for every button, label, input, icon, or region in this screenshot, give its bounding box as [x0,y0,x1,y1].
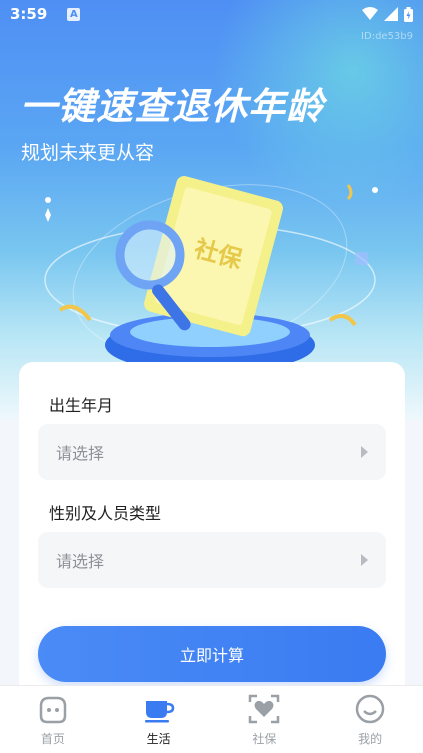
tab-mine-label: 我的 [358,732,383,746]
birth-date-label: 出生年月 [49,396,114,415]
screen-id: ID:de53b9 [361,31,413,42]
tab-life-label: 生活 [146,732,171,746]
status-bar: 3:59 A [0,0,423,28]
calculate-button[interactable]: 立即计算 [38,626,386,682]
tab-social-security[interactable]: 社保 [212,686,318,753]
chevron-right-icon [361,446,368,458]
smile-icon [355,694,385,724]
person-type-select[interactable]: 请选择 [38,532,386,588]
chevron-right-icon [361,554,368,566]
wifi-icon [362,7,378,20]
notification-badge: A [67,7,81,21]
tab-social-security-label: 社保 [252,732,277,746]
person-type-value: 请选择 [56,552,105,571]
tab-home-label: 首页 [40,732,65,746]
home-icon [39,696,67,724]
status-time: 3:59 [10,5,48,23]
retirement-form-card: 出生年月 请选择 性别及人员类型 请选择 立即计算 [19,362,405,702]
tab-mine[interactable]: 我的 [317,686,423,753]
person-type-label: 性别及人员类型 [49,504,162,523]
page-subtitle: 规划未来更从容 [21,142,155,164]
status-icons [362,6,413,22]
birth-date-value: 请选择 [56,444,105,463]
cup-icon [144,701,174,723]
magnifier-illustration: 社保 [44,176,378,370]
bottom-tab-bar: 首页 生活 社保 我的 [0,685,423,753]
battery-icon [404,6,413,22]
birth-date-select[interactable]: 请选择 [38,424,386,480]
heart-scan-icon [249,694,280,724]
signal-icon [384,7,398,21]
tab-life[interactable]: 生活 [106,686,212,753]
page-title: 一键速查退休年龄 [20,85,324,128]
tab-home[interactable]: 首页 [0,686,106,753]
